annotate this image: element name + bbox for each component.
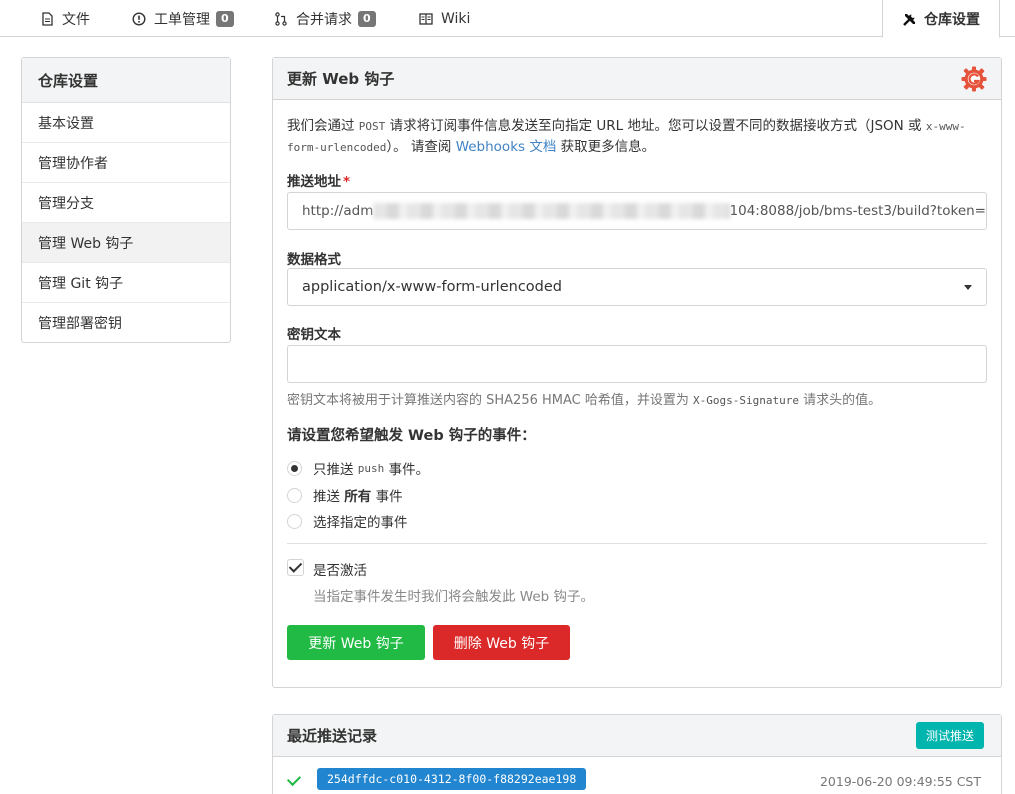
desc-text-4: 获取更多信息。 — [560, 139, 656, 155]
tab-files-label: 文件 — [62, 11, 90, 28]
event-choose-option[interactable]: 选择指定的事件 — [287, 511, 408, 531]
gogs-logo-icon — [961, 66, 987, 92]
tab-pull-requests[interactable]: 合并请求 0 — [274, 0, 376, 37]
issue-icon — [132, 11, 146, 26]
webhook-form-panel: 更新 Web 钩子 我们会通过 POST 请求将订阅事件信息发送至向指定 URL… — [272, 57, 1002, 688]
pull-request-icon — [274, 11, 288, 26]
event-push-only-text-1: 只推送 — [313, 462, 354, 478]
active-help: 当指定事件发生时我们将会触发此 Web 钩子。 — [313, 589, 595, 605]
file-icon — [40, 11, 54, 26]
recent-deliveries-panel: 最近推送记录 测试推送 254dffdc-c010-4312-8f00-f882… — [272, 714, 1002, 794]
event-all-radio[interactable] — [287, 487, 302, 503]
signature-header-code: X-Gogs-Signature — [693, 394, 799, 407]
sidebar-item-git-hooks[interactable]: 管理 Git 钩子 — [22, 263, 230, 303]
delivery-uuid-label[interactable]: 254dffdc-c010-4312-8f00-f88292eae198 — [317, 768, 587, 790]
success-check-icon — [286, 771, 302, 787]
sidebar-item-webhooks[interactable]: 管理 Web 钩子 — [22, 223, 230, 263]
event-push-only-text-2: 事件。 — [388, 462, 430, 478]
delete-webhook-button[interactable]: 删除 Web 钩子 — [433, 625, 570, 660]
desc-text-2: 请求将订阅事件信息发送至向指定 URL 地址。您可以设置不同的数据接收方式（JS… — [389, 118, 922, 134]
secret-input[interactable] — [287, 345, 987, 383]
desc-method-code: POST — [358, 120, 386, 133]
tab-files[interactable]: 文件 — [40, 0, 90, 37]
sidebar-item-deploy-keys[interactable]: 管理部署密钥 — [22, 303, 230, 343]
desc-text-1: 我们会通过 — [287, 118, 355, 134]
tools-icon — [902, 12, 916, 26]
url-value-start: http://adm — [302, 203, 374, 219]
tab-wiki[interactable]: Wiki — [419, 0, 470, 37]
required-asterisk: * — [343, 174, 351, 190]
secret-help-text-2: 请求头的值。 — [803, 393, 882, 408]
url-label-text: 推送地址 — [287, 174, 341, 190]
book-icon — [419, 12, 433, 26]
content-type-select[interactable]: application/x-www-form-urlencoded — [287, 268, 987, 306]
dropdown-caret-icon — [964, 285, 972, 290]
event-all-text-1: 推送 — [313, 489, 340, 505]
form-divider — [287, 543, 987, 544]
sidebar-item-options[interactable]: 基本设置 — [22, 103, 230, 143]
webhook-description: 我们会通过 POST 请求将订阅事件信息发送至向指定 URL 地址。您可以设置不… — [287, 116, 977, 158]
event-choose-label: 选择指定的事件 — [313, 515, 408, 531]
event-all-option[interactable]: 推送 所有 事件 — [287, 485, 403, 505]
sidebar-item-collaborators[interactable]: 管理协作者 — [22, 143, 230, 183]
deliveries-title: 最近推送记录 — [287, 727, 378, 745]
tab-issues[interactable]: 工单管理 0 — [132, 0, 234, 37]
payload-url-input[interactable]: http://adm 104:8088/job/bms-test3/build?… — [287, 192, 987, 230]
delivery-time: 2019-06-20 09:49:55 CST — [819, 774, 981, 789]
content-type-value: application/x-www-form-urlencoded — [302, 279, 562, 295]
events-title: 请设置您希望触发 Web 钩子的事件： — [287, 428, 536, 444]
pull-request-count-badge: 0 — [358, 10, 376, 27]
tab-settings-label: 仓库设置 — [924, 11, 980, 28]
update-webhook-button[interactable]: 更新 Web 钩子 — [287, 625, 425, 660]
event-push-only-option[interactable]: 只推送 push 事件。 — [287, 458, 429, 478]
panel-title: 更新 Web 钩子 — [287, 70, 395, 88]
url-value-end: 104:8088/job/bms-test3/build?token= — [729, 203, 986, 219]
settings-sidebar: 仓库设置 基本设置 管理协作者 管理分支 管理 Web 钩子 管理 Git 钩子… — [21, 57, 231, 343]
test-delivery-button[interactable]: 测试推送 — [915, 722, 984, 749]
active-label: 是否激活 — [313, 563, 367, 579]
tab-wiki-label: Wiki — [441, 10, 471, 27]
tab-issues-label: 工单管理 — [154, 11, 210, 28]
issue-count-badge: 0 — [216, 10, 234, 27]
secret-help-text-1: 密钥文本将被用于计算推送内容的 SHA256 HMAC 哈希值，并设置为 — [287, 393, 689, 408]
tab-settings[interactable]: 仓库设置 — [882, 0, 1000, 38]
event-push-code: push — [357, 461, 385, 475]
sidebar-item-branches[interactable]: 管理分支 — [22, 183, 230, 223]
webhooks-docs-link[interactable]: Webhooks 文档 — [456, 139, 557, 155]
desc-text-3: ）。 请查阅 — [386, 139, 452, 155]
redacted-url-blur — [373, 203, 730, 219]
secret-label: 密钥文本 — [287, 327, 341, 343]
event-push-only-radio[interactable] — [287, 460, 302, 476]
event-all-text-2: 事件 — [375, 489, 403, 505]
active-checkbox[interactable] — [287, 559, 304, 576]
content-type-label: 数据格式 — [287, 252, 341, 268]
url-label: 推送地址 * — [287, 170, 350, 190]
sidebar-title: 仓库设置 — [22, 58, 230, 103]
tab-pull-requests-label: 合并请求 — [296, 11, 352, 28]
panel-header: 更新 Web 钩子 — [273, 58, 1001, 100]
repo-tab-bar: 文件 工单管理 0 合并请求 0 Wiki 仓库设置 — [0, 0, 1015, 38]
secret-help: 密钥文本将被用于计算推送内容的 SHA256 HMAC 哈希值，并设置为 X-G… — [287, 389, 881, 408]
event-choose-radio[interactable] — [287, 513, 302, 529]
deliveries-header: 最近推送记录 测试推送 — [273, 715, 1001, 757]
event-all-bold: 所有 — [344, 489, 372, 505]
